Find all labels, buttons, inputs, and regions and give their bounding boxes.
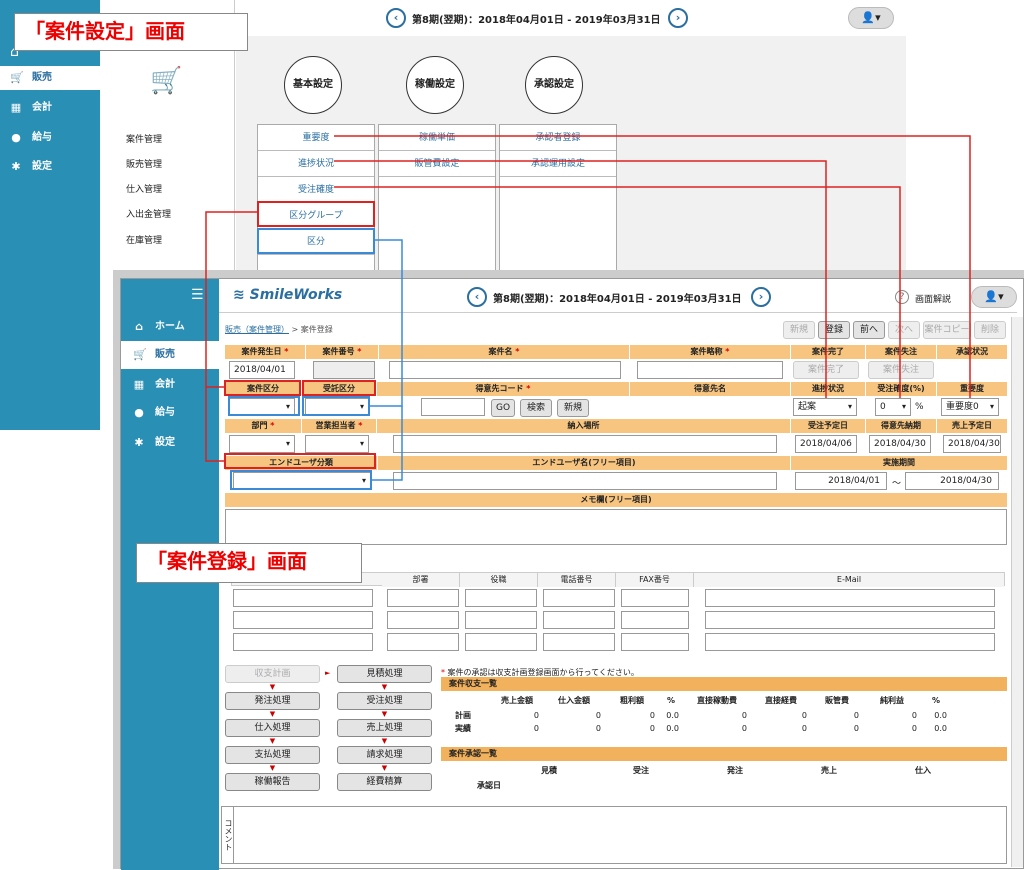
connector-category-enduser (372, 406, 403, 481)
callout-case-registration: 「案件登録」画面 (136, 543, 362, 583)
connector-category-group-enduser (205, 387, 224, 462)
connector-lines (205, 135, 971, 481)
connector-category (370, 239, 403, 407)
connector-progress (334, 160, 827, 398)
connector-importance (334, 135, 971, 398)
connector-category-group (205, 211, 257, 388)
connector-order-probability (334, 186, 901, 398)
